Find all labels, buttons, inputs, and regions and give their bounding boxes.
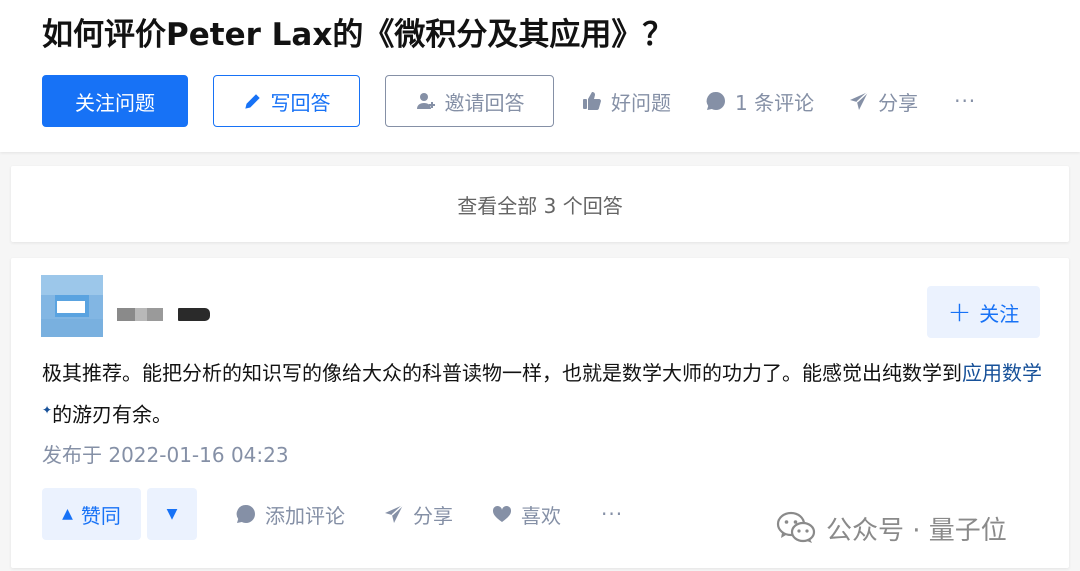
more-options-label: ··· bbox=[954, 89, 977, 113]
author-name-redacted[interactable] bbox=[117, 306, 213, 324]
share-question-button[interactable]: 分享 bbox=[848, 87, 918, 116]
publish-date[interactable]: 发布于 2022-01-16 04:23 bbox=[42, 439, 289, 468]
wechat-icon bbox=[776, 511, 816, 545]
share-answer-label: 分享 bbox=[413, 503, 453, 528]
follow-author-button[interactable]: + 关注 bbox=[927, 286, 1040, 338]
answer-more-button[interactable]: ··· bbox=[601, 502, 623, 526]
follow-question-button[interactable]: 关注问题 bbox=[42, 75, 188, 127]
answer-text-end: 的游刃有余。 bbox=[52, 402, 173, 427]
share-answer-button[interactable]: 分享 bbox=[383, 500, 453, 529]
invite-user-icon bbox=[415, 90, 437, 112]
answer-content: 极其推荐。能把分析的知识写的像给大众的科普读物一样，也就是数学大师的功力了。能感… bbox=[42, 355, 1042, 434]
triangle-down-icon: ▼ bbox=[166, 506, 178, 522]
add-comment-label: 添加评论 bbox=[265, 503, 345, 528]
follow-author-label: 关注 bbox=[979, 301, 1020, 326]
comments-button[interactable]: 1 条评论 bbox=[705, 87, 814, 116]
good-question-label: 好问题 bbox=[611, 90, 671, 115]
heart-icon bbox=[491, 503, 513, 525]
answer-more-label: ··· bbox=[601, 502, 624, 526]
write-answer-label: 写回答 bbox=[270, 90, 331, 115]
write-answer-button[interactable]: 写回答 bbox=[213, 75, 360, 127]
answer-actions: 添加评论 分享 喜欢 ··· bbox=[235, 488, 623, 540]
watermark: 公众号 · 量子位 bbox=[776, 508, 1007, 548]
paper-plane-icon bbox=[848, 90, 870, 112]
thumbs-up-icon bbox=[581, 90, 603, 112]
invite-answer-label: 邀请回答 bbox=[444, 90, 525, 115]
question-title[interactable]: 如何评价Peter Lax的《微积分及其应用》？ bbox=[42, 14, 673, 56]
avatar[interactable] bbox=[41, 275, 103, 337]
like-button[interactable]: 喜欢 bbox=[491, 500, 561, 529]
watermark-text: 公众号 · 量子位 bbox=[826, 515, 1007, 546]
comment-icon bbox=[705, 90, 727, 112]
pencil-icon bbox=[243, 91, 263, 111]
comments-label: 1 条评论 bbox=[735, 90, 815, 115]
view-all-answers-label: 查看全部 3 个回答 bbox=[457, 193, 623, 218]
view-all-answers-button[interactable]: 查看全部 3 个回答 bbox=[11, 166, 1069, 242]
question-header: 如何评价Peter Lax的《微积分及其应用》？ 关注问题 写回答 邀请回答 好… bbox=[0, 0, 1080, 152]
paper-plane-icon bbox=[383, 503, 405, 525]
applied-math-link[interactable]: 应用数学 bbox=[962, 361, 1042, 385]
add-comment-button[interactable]: 添加评论 bbox=[235, 500, 345, 529]
question-actions: 关注问题 写回答 邀请回答 好问题 1 条评论 分享 ··· bbox=[42, 75, 976, 127]
follow-question-label: 关注问题 bbox=[75, 90, 155, 115]
upvote-button[interactable]: ▲ 赞同 bbox=[42, 488, 141, 540]
upvote-label: 赞同 bbox=[80, 503, 121, 528]
more-options-button[interactable]: ··· bbox=[954, 89, 976, 113]
sparkle-icon: ✦ bbox=[42, 403, 53, 417]
downvote-button[interactable]: ▼ bbox=[147, 488, 197, 540]
share-question-label: 分享 bbox=[878, 90, 919, 115]
answer-text-start: 极其推荐。能把分析的知识写的像给大众的科普读物一样，也就是数学大师的功力了。能感… bbox=[42, 361, 962, 385]
invite-answer-button[interactable]: 邀请回答 bbox=[385, 75, 554, 127]
like-label: 喜欢 bbox=[521, 503, 561, 528]
plus-icon: + bbox=[947, 295, 972, 328]
good-question-button[interactable]: 好问题 bbox=[581, 87, 671, 116]
triangle-up-icon: ▲ bbox=[62, 506, 73, 522]
comment-icon bbox=[235, 503, 257, 525]
